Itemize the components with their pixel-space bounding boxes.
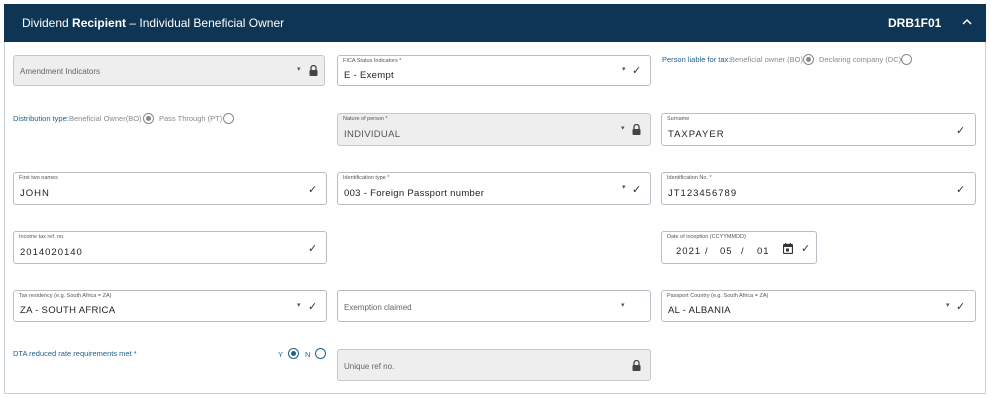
passport-country-label: Passport Country (e.g. South Africa = ZA…	[667, 293, 769, 299]
income-tax-ref-value: 2014020140	[20, 247, 83, 258]
date-of-inception-label: Date of inception (CCYYMMDD)	[667, 234, 746, 240]
surname-value: TAXPAYER	[668, 129, 725, 140]
exemption-claimed-placeholder: Exemption claimed	[344, 303, 412, 312]
tax-residency-select[interactable]: Tax residency (e.g. South Africa = ZA) Z…	[13, 290, 327, 322]
lock-icon	[632, 359, 641, 374]
income-tax-ref-field[interactable]: Income tax ref. no. 2014020140 ✓	[13, 231, 327, 264]
first-names-value: JOHN	[20, 188, 50, 199]
tax-residency-value: ZA - SOUTH AFRICA	[20, 305, 116, 316]
date-separator: /	[741, 246, 745, 257]
unique-ref-field[interactable]: Unique ref no.	[337, 349, 651, 381]
distribution-type-label: Distribution type:	[13, 114, 69, 123]
check-icon: ✓	[308, 243, 318, 255]
person-liable-option-bo-label: Beneficial owner (BO)	[730, 55, 803, 64]
tax-residency-label: Tax residency (e.g. South Africa = ZA)	[19, 293, 112, 299]
distribution-option-bo-label: Beneficial Owner(BO)	[69, 114, 142, 123]
date-separator: /	[705, 246, 709, 257]
dta-yes-label: Y	[278, 350, 284, 359]
chevron-down-icon: ▾	[622, 66, 626, 73]
date-year[interactable]: 2021	[676, 246, 701, 257]
check-icon: ✓	[308, 184, 318, 196]
dta-no-label: N	[305, 350, 311, 359]
lock-icon	[632, 123, 641, 138]
check-icon: ✓	[956, 125, 966, 137]
check-icon: ✓	[632, 184, 642, 196]
amendment-indicators-select[interactable]: Amendment Indicators ▾	[13, 55, 325, 86]
chevron-down-icon: ▾	[621, 302, 625, 309]
distribution-radio-bo[interactable]	[143, 113, 154, 124]
first-names-label: First two names	[19, 175, 58, 181]
fica-status-value: E - Exempt	[344, 70, 394, 81]
dta-radio-no[interactable]	[315, 348, 326, 359]
check-icon: ✓	[801, 243, 811, 255]
identification-type-select[interactable]: Identification type * 003 - Foreign Pass…	[337, 172, 651, 205]
person-liable-radio-bo[interactable]	[803, 54, 814, 65]
dta-radio-yes[interactable]	[288, 348, 299, 359]
panel-header: Dividend Recipient – Individual Benefici…	[4, 4, 986, 42]
first-names-field[interactable]: First two names JOHN ✓	[13, 172, 327, 205]
date-of-inception-field[interactable]: Date of inception (CCYYMMDD) 2021 / 05 /…	[661, 231, 817, 264]
passport-country-value: AL - ALBANIA	[668, 305, 731, 316]
distribution-radio-pt[interactable]	[223, 113, 234, 124]
dta-reduced-rate-label: DTA reduced rate requirements met *	[13, 349, 137, 358]
check-icon: ✓	[956, 184, 966, 196]
nature-of-person-value: INDIVIDUAL	[344, 129, 401, 140]
lock-icon	[309, 64, 318, 79]
calendar-icon[interactable]	[782, 243, 794, 257]
check-icon: ✓	[632, 65, 642, 77]
income-tax-ref-label: Income tax ref. no.	[19, 234, 65, 240]
identification-no-value: JT123456789	[668, 188, 738, 199]
chevron-down-icon: ▾	[297, 66, 301, 73]
amendment-indicators-placeholder: Amendment Indicators	[20, 67, 101, 76]
check-icon: ✓	[956, 301, 966, 313]
unique-ref-placeholder: Unique ref no.	[344, 362, 395, 371]
identification-type-value: 003 - Foreign Passport number	[344, 188, 485, 199]
identification-type-label: Identification type *	[343, 175, 390, 181]
exemption-claimed-select[interactable]: Exemption claimed ▾	[337, 290, 651, 322]
fica-status-label: FICA Status Indicators *	[343, 58, 402, 64]
nature-of-person-select[interactable]: Nature of person * INDIVIDUAL ▾	[337, 113, 651, 146]
chevron-down-icon: ▾	[297, 302, 301, 309]
nature-of-person-label: Nature of person *	[343, 116, 388, 122]
date-month[interactable]: 05	[720, 246, 733, 257]
check-icon: ✓	[308, 301, 318, 313]
surname-label: Surname	[667, 116, 690, 122]
panel-title: Dividend Recipient – Individual Benefici…	[22, 16, 285, 30]
chevron-down-icon: ▾	[946, 302, 950, 309]
person-liable-label: Person liable for tax:	[662, 55, 731, 64]
passport-country-select[interactable]: Passport Country (e.g. South Africa = ZA…	[661, 290, 976, 322]
surname-field[interactable]: Surname TAXPAYER ✓	[661, 113, 976, 146]
identification-no-field[interactable]: Identification No. * JT123456789 ✓	[661, 172, 976, 205]
identification-no-label: Identification No. *	[667, 175, 712, 181]
chevron-down-icon: ▾	[622, 184, 626, 191]
date-day[interactable]: 01	[757, 246, 770, 257]
distribution-option-pt-label: Pass Through (PT)	[159, 114, 223, 123]
chevron-down-icon: ▾	[621, 125, 625, 132]
fica-status-select[interactable]: FICA Status Indicators * E - Exempt ▾ ✓	[337, 55, 651, 86]
person-liable-option-dc-label: Declaring company (DC)	[819, 55, 902, 64]
form-code: DRB1F01	[888, 16, 942, 30]
collapse-icon[interactable]	[962, 14, 972, 29]
person-liable-radio-dc[interactable]	[901, 54, 912, 65]
